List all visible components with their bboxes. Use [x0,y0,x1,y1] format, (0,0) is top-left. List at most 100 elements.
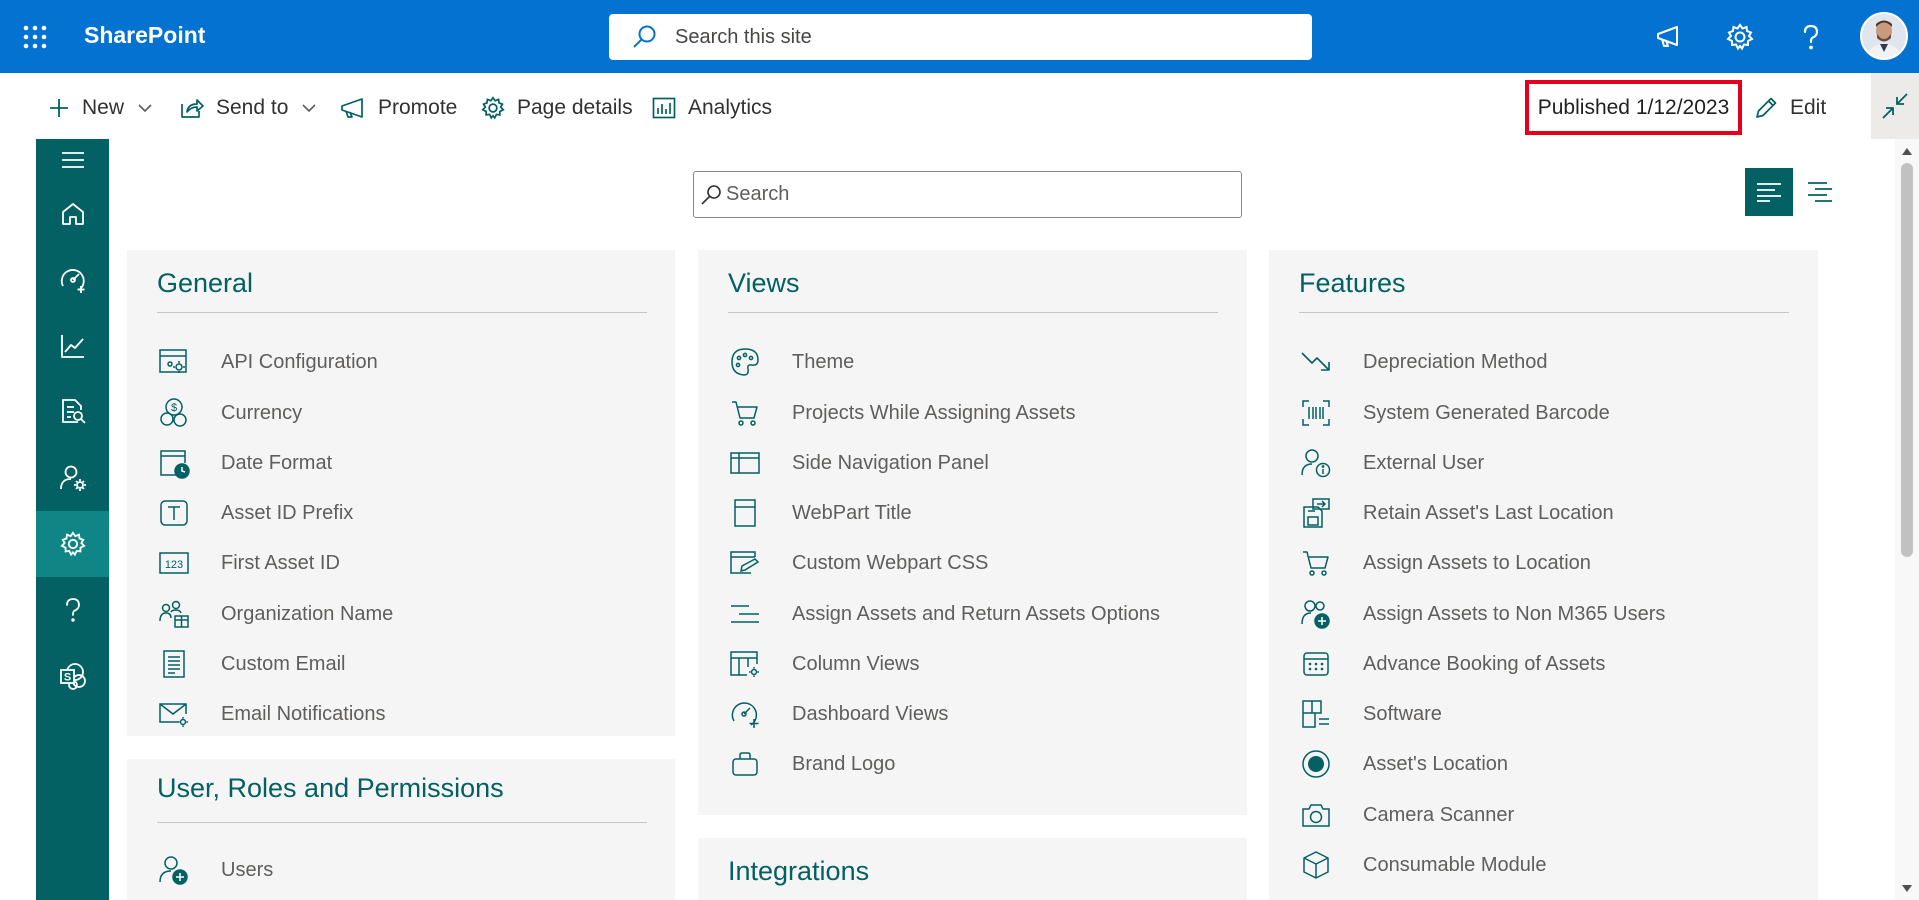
list-item[interactable]: Custom Email [157,646,345,682]
list-view-button[interactable] [1745,168,1793,216]
megaphone-icon[interactable] [1650,18,1688,56]
help-icon[interactable] [36,577,109,643]
svg-text:S: S [63,672,70,684]
list-item[interactable]: Theme [728,344,854,380]
list-item[interactable]: Depreciation Method [1299,344,1548,380]
pencil-icon [1754,96,1778,120]
page-details-label: Page details [517,96,633,119]
settings-search-input[interactable] [726,183,1226,206]
edit-button[interactable]: Edit [1754,93,1826,123]
list-item[interactable]: $ Currency [157,395,302,431]
list-item[interactable]: Side Navigation Panel [728,445,989,481]
trend-down-icon [1299,345,1333,379]
compact-view-button[interactable] [1800,168,1840,216]
integrations-card: Integrations [698,838,1247,900]
plus-icon [48,97,70,119]
left-rail: S [36,139,109,900]
list-item[interactable]: Organization Name [157,596,393,632]
home-icon[interactable] [36,181,109,247]
settings-gear-icon[interactable] [1721,18,1759,56]
page-details-button[interactable]: Page details [481,93,633,123]
chevron-down-icon [302,103,316,113]
options-lines-icon [728,597,762,631]
date-format-icon [157,446,191,480]
users-roles-card: User, Roles and Permissions Users [127,759,675,900]
text-prefix-icon [157,496,191,530]
list-item[interactable]: Consumable Module [1299,847,1546,883]
svg-text:123: 123 [165,559,183,571]
sharepoint-icon[interactable]: S [36,643,109,709]
section-title: Views [728,268,800,298]
list-item[interactable]: Assign Assets to Location [1299,545,1591,581]
settings-search-box[interactable] [693,171,1242,218]
section-title: Features [1299,268,1406,298]
chevron-down-icon [138,103,152,113]
list-item[interactable]: External User [1299,445,1484,481]
analytics-button[interactable]: Analytics [652,93,772,123]
vertical-scrollbar[interactable] [1895,139,1919,900]
site-search-input[interactable] [675,25,1275,49]
list-item[interactable]: Camera Scanner [1299,797,1514,833]
chart-icon[interactable] [36,313,109,379]
search-icon [700,184,722,206]
organization-icon [157,597,191,631]
divider [728,312,1218,313]
promote-button[interactable]: Promote [340,93,457,123]
list-item[interactable]: Asset's Location [1299,746,1508,782]
list-item[interactable]: Asset ID Prefix [157,495,353,531]
promote-label: Promote [378,96,458,119]
list-item[interactable]: WebPart Title [728,495,912,531]
cart-icon [728,396,762,430]
list-item[interactable]: Date Format [157,445,332,481]
features-card: Features Depreciation Method System Gene… [1269,250,1818,900]
list-item[interactable]: Brand Logo [728,746,895,782]
list-item[interactable]: Assign Assets and Return Assets Options [728,596,1160,632]
user-settings-icon[interactable] [36,445,109,511]
settings-icon[interactable] [36,511,109,577]
scroll-up-icon[interactable] [1901,145,1913,157]
list-item[interactable]: Software [1299,696,1442,732]
edit-label: Edit [1790,96,1827,119]
megaphone-icon [340,97,366,119]
share-icon [180,97,204,119]
section-title: User, Roles and Permissions [157,773,504,803]
svg-text:$: $ [171,402,177,414]
send-to-button[interactable]: Send to [180,93,316,123]
scrollbar-thumb[interactable] [1901,163,1913,557]
list-item[interactable]: Dashboard Views [728,696,948,732]
published-status: Published 1/12/2023 [1525,80,1742,135]
help-icon[interactable] [1792,18,1830,56]
search-icon [631,24,657,50]
section-title: General [157,268,254,298]
menu-icon[interactable] [36,139,109,181]
app-launcher-icon[interactable] [18,20,52,54]
scroll-down-icon[interactable] [1901,882,1913,894]
list-item[interactable]: Retain Asset's Last Location [1299,495,1614,531]
list-item[interactable]: Column Views [728,646,919,682]
report-icon[interactable] [36,379,109,445]
user-avatar[interactable] [1860,12,1908,60]
list-item[interactable]: Assign Assets to Non M365 Users [1299,596,1665,632]
software-grid-icon [1299,697,1333,731]
save-transfer-icon [1299,496,1333,530]
send-to-label: Send to [216,96,289,119]
number-123-icon: 123 [157,546,191,580]
list-item[interactable]: API Configuration [157,344,378,380]
dashboard-icon[interactable] [36,247,109,313]
site-search-box[interactable] [609,14,1312,60]
list-item[interactable]: System Generated Barcode [1299,395,1610,431]
new-button[interactable]: New [48,93,152,123]
collapse-icon[interactable] [1871,73,1919,139]
list-item[interactable]: Projects While Assigning Assets [728,395,1075,431]
currency-icon: $ [157,396,191,430]
edit-css-icon [728,546,762,580]
divider [157,312,647,313]
list-item[interactable]: Custom Webpart CSS [728,545,988,581]
list-item[interactable]: Users [157,852,273,888]
cart-icon [1299,546,1333,580]
gear-icon [481,96,505,120]
list-item[interactable]: 123 First Asset ID [157,545,340,581]
app-brand[interactable]: SharePoint [84,22,205,49]
list-item[interactable]: Email Notifications [157,696,386,732]
list-item[interactable]: Advance Booking of Assets [1299,646,1605,682]
